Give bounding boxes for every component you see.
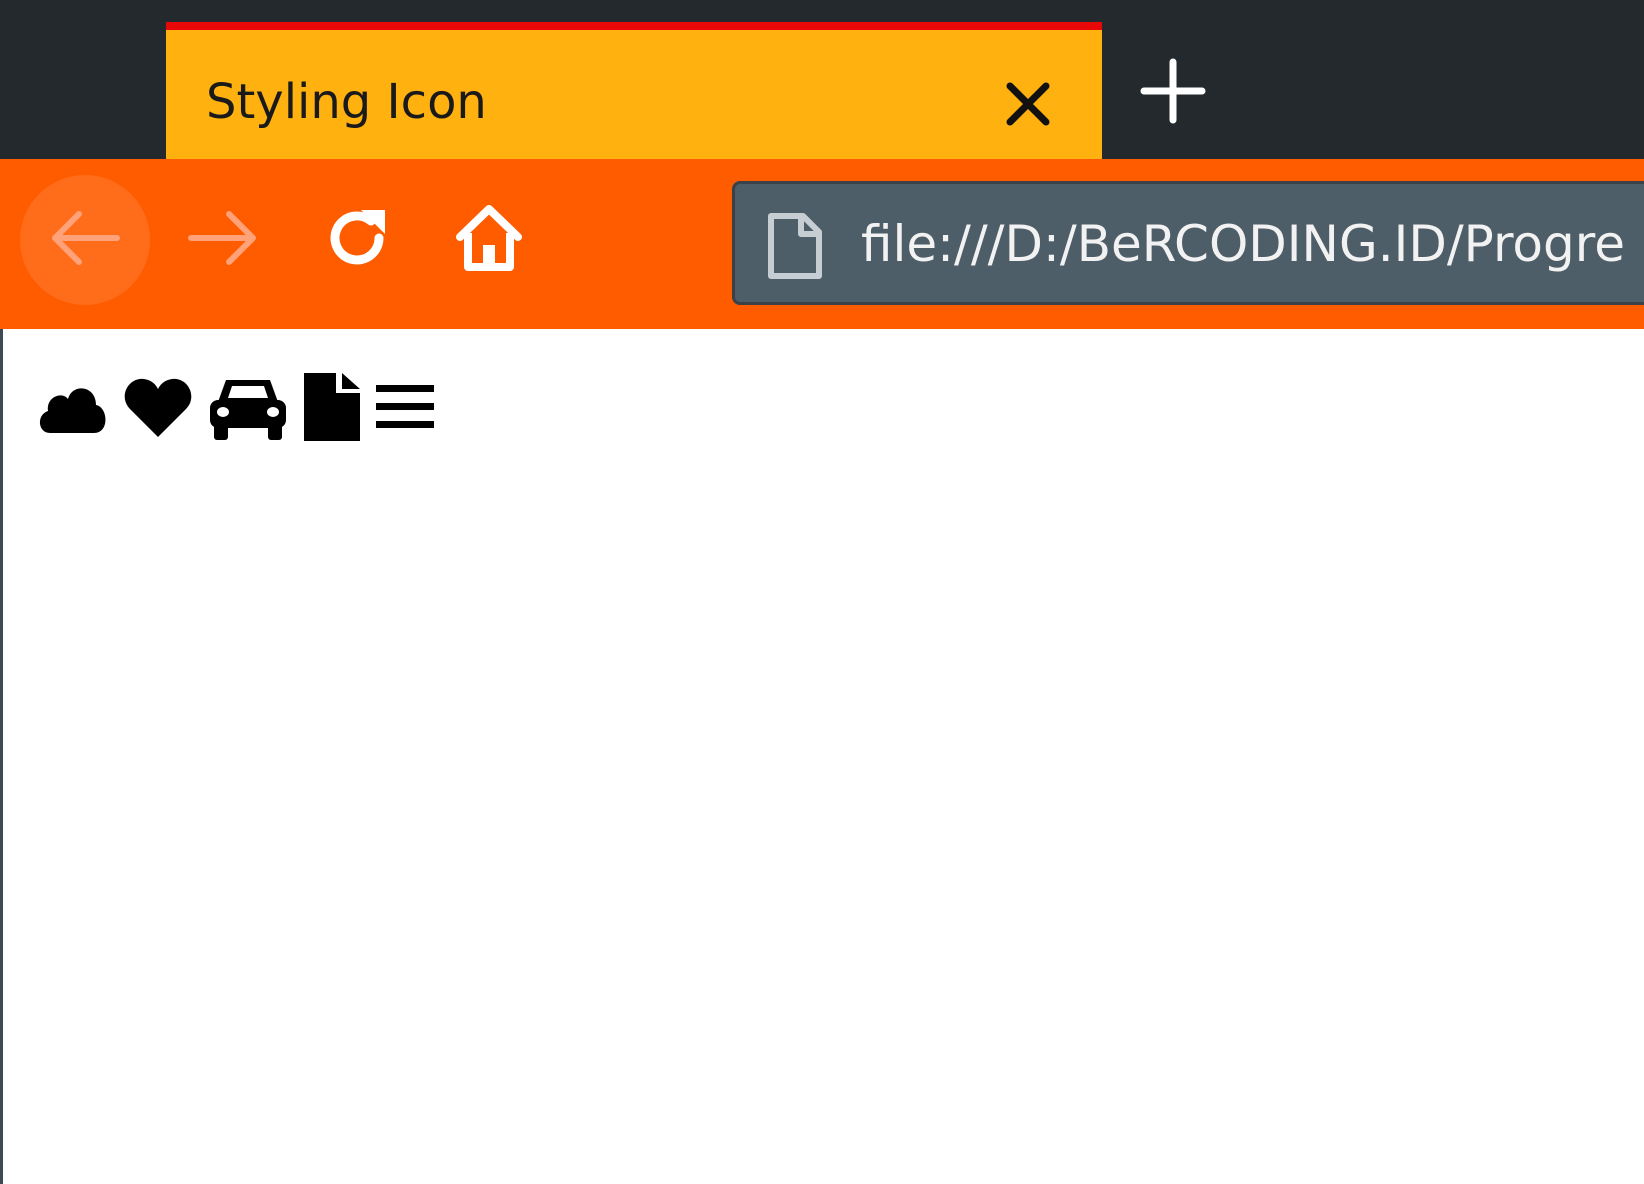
reload-icon	[321, 202, 393, 278]
arrow-left-icon	[47, 208, 123, 272]
cloud-icon	[34, 377, 110, 441]
heart-icon	[122, 375, 194, 443]
plus-icon[interactable]	[1138, 56, 1208, 126]
address-bar[interactable]: file:///D:/BeRCODING.ID/Progre	[732, 181, 1644, 305]
tab-strip: Styling Icon	[0, 0, 1644, 159]
reload-button[interactable]	[292, 175, 422, 305]
home-icon	[452, 201, 526, 279]
bars-icon	[374, 379, 436, 439]
file-icon	[302, 371, 362, 447]
arrow-right-icon	[185, 208, 261, 272]
page-content	[0, 329, 1644, 1184]
browser-window: Styling Icon file:///D:/BeRCODING.ID/Pro…	[0, 0, 1644, 1184]
home-button[interactable]	[424, 175, 554, 305]
tab-styling-icon[interactable]: Styling Icon	[166, 22, 1102, 159]
document-icon	[763, 210, 827, 282]
back-button[interactable]	[20, 175, 150, 305]
car-icon	[206, 372, 290, 446]
icon-row	[34, 369, 448, 449]
window-left-edge	[0, 329, 3, 1184]
tab-title: Styling Icon	[206, 74, 487, 130]
url-text[interactable]: file:///D:/BeRCODING.ID/Progre	[861, 214, 1625, 274]
close-icon[interactable]	[1000, 76, 1056, 132]
navigation-toolbar: file:///D:/BeRCODING.ID/Progre	[0, 159, 1644, 329]
forward-button[interactable]	[158, 175, 288, 305]
